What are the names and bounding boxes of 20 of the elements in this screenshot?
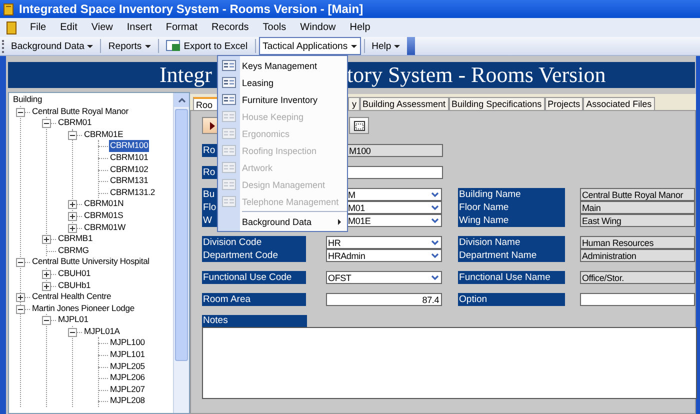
field-label: Ro xyxy=(203,166,216,179)
field-label: Bu xyxy=(203,188,215,201)
field-label: Division Code xyxy=(203,236,262,249)
banner-title: tory System - Rooms Version xyxy=(347,62,607,88)
field-label: Functional Use Name xyxy=(459,271,550,284)
field-label: W xyxy=(203,214,212,227)
field-label: Room Area xyxy=(203,293,251,306)
field-label: Ro xyxy=(203,144,216,157)
field-label: Floor Name xyxy=(459,201,509,214)
field-label: Department Code xyxy=(203,249,278,262)
field-label: Division Name xyxy=(459,236,520,249)
field-label: Notes xyxy=(202,315,307,327)
window-title: Integrated Space Inventory System - Rooms Version - [Main] xyxy=(19,2,364,16)
field-label: Flo xyxy=(203,201,216,214)
field-label: Department Name xyxy=(459,249,537,262)
field-label: Wing Name xyxy=(459,214,509,227)
field-label: Building Name xyxy=(459,188,521,201)
field-label: Option xyxy=(459,293,488,306)
banner-title: Integr xyxy=(158,62,212,88)
field-label: Functional Use Code xyxy=(203,271,292,284)
